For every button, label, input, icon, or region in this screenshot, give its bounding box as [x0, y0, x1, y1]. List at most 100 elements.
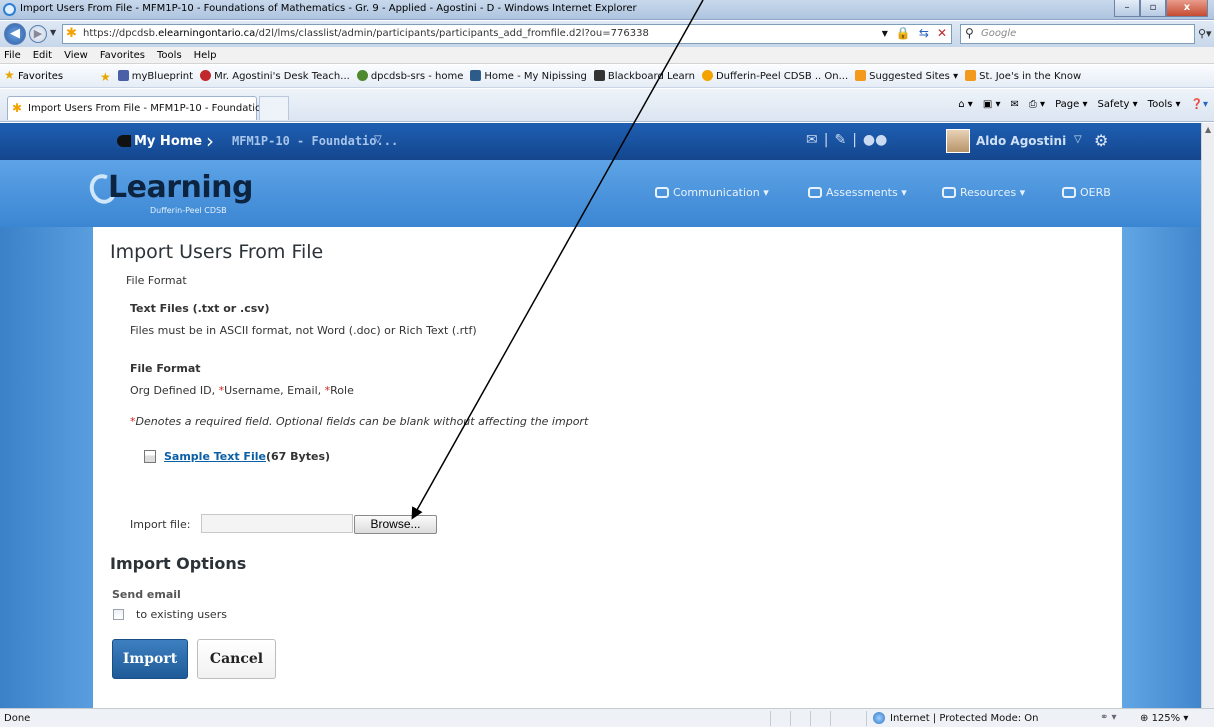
user-name[interactable]: Aldo Agostini [976, 134, 1066, 148]
address-input[interactable]: ✱ https://dpcdsb.elearningontario.ca/d2l… [62, 24, 952, 44]
ie-logo-icon [3, 3, 16, 16]
home-icon[interactable]: ⌂ ▾ [958, 99, 973, 110]
menu-favorites[interactable]: Favorites [100, 47, 145, 63]
text-file-icon [144, 450, 156, 463]
import-options-title: Import Options [110, 554, 247, 573]
import-file-input[interactable] [201, 514, 353, 533]
safety-menu[interactable]: Safety ▾ [1097, 99, 1137, 110]
search-icon: ⚲ [965, 26, 974, 40]
stop-icon[interactable]: ✕ [937, 26, 947, 42]
tools-menu[interactable]: Tools ▾ [1148, 99, 1181, 110]
message-alert-icon[interactable]: ✉ [806, 132, 818, 148]
feeds-icon[interactable]: ▣ ▾ [983, 99, 1001, 110]
site-favicon-icon: ✱ [66, 26, 77, 41]
sample-file-size: (67 Bytes) [266, 450, 331, 463]
course-dropdown-icon[interactable]: ▽ [374, 134, 382, 145]
address-dropdown-icon[interactable]: ▼ [882, 26, 888, 42]
back-button[interactable]: ◀ [4, 23, 26, 45]
page-scrollbar[interactable]: ▲ [1201, 123, 1214, 708]
site-header: Learning Dufferin-Peel CDSB Communicatio… [0, 160, 1201, 227]
page-menu[interactable]: Page ▾ [1055, 99, 1087, 110]
favorite-link[interactable]: Home - My Nipissing [470, 70, 587, 84]
close-window-button[interactable]: x [1166, 0, 1208, 17]
menu-file[interactable]: File [4, 47, 21, 63]
favorite-link[interactable]: myBlueprint [117, 70, 193, 84]
browse-button[interactable]: Browse... [354, 515, 437, 534]
nav-assessments[interactable]: Assessments ▾ [808, 186, 907, 199]
file-format-fields: Org Defined ID, *Username, Email, *Role [130, 384, 354, 397]
file-format-caption: File Format [126, 274, 187, 287]
favorite-link[interactable]: Blackboard Learn [593, 70, 695, 84]
d2l-minibar: My Home › MFM1P-10 - Foundatio... ▽ ✉ | … [0, 123, 1201, 160]
text-files-heading: Text Files (.txt or .csv) [130, 302, 270, 315]
nav-resources[interactable]: Resources ▾ [942, 186, 1025, 199]
status-text: Done [4, 713, 31, 724]
favorites-button[interactable]: ★ Favorites [4, 68, 63, 82]
new-tab-button[interactable] [259, 96, 289, 120]
tab-import-users[interactable]: ✱ Import Users From File - MFM1P-10 - Fo… [7, 96, 277, 120]
history-dropdown-icon[interactable]: ▼ [50, 28, 56, 37]
search-placeholder: Google [981, 28, 1017, 39]
import-button[interactable]: Import [112, 639, 188, 679]
refresh-icon[interactable]: ⇆ [919, 26, 929, 42]
suggested-sites-icon [855, 70, 867, 81]
nav-link-icon [1062, 187, 1076, 198]
address-tools: ▼ 🔒 ⇆ ✕ [882, 26, 947, 42]
nav-link-icon [942, 187, 956, 198]
add-favorite-icon[interactable]: ★ [100, 70, 111, 84]
print-icon[interactable]: ⎙ ▾ [1029, 99, 1045, 110]
subscription-alert-icon[interactable]: ●● [863, 132, 887, 148]
nav-communication[interactable]: Communication ▾ [655, 186, 769, 199]
existing-users-label[interactable]: to existing users [136, 608, 227, 621]
url-text[interactable]: https://dpcdsb.elearningontario.ca/d2l/l… [83, 28, 649, 39]
favorite-link[interactable]: St. Joe's in the Know [965, 70, 1081, 84]
import-file-label: Import file: [130, 518, 191, 531]
search-input[interactable]: ⚲ Google [960, 24, 1195, 44]
favorite-link[interactable]: Mr. Agostini's Desk Teach... [200, 70, 350, 84]
maximize-button[interactable]: ▫ [1140, 0, 1166, 17]
avatar[interactable] [946, 129, 970, 153]
favorite-link[interactable]: Suggested Sites ▾ [855, 70, 958, 84]
zoom-level[interactable]: ⊕ 125% ▾ [1140, 713, 1188, 724]
page-viewport: My Home › MFM1P-10 - Foundatio... ▽ ✉ | … [0, 123, 1214, 708]
gear-icon[interactable]: ⚙ [1094, 131, 1108, 150]
nipissing-icon [470, 70, 482, 81]
notification-icons: ✉ | ✎ | ●● [806, 132, 888, 148]
tab-row: ✱ Import Users From File - MFM1P-10 - Fo… [0, 89, 1214, 122]
file-format-heading: File Format [130, 362, 201, 375]
sample-text-file-link[interactable]: Sample Text File [164, 450, 266, 463]
favorite-link[interactable]: Dufferin-Peel CDSB .. On... [701, 70, 848, 84]
text-files-note: Files must be in ASCII format, not Word … [130, 324, 477, 337]
menu-view[interactable]: View [64, 47, 88, 63]
blueprint-icon [117, 70, 129, 81]
mail-icon[interactable]: ✉ [1010, 99, 1018, 110]
nav-oerb[interactable]: OERB [1062, 186, 1111, 199]
menu-bar: File Edit View Favorites Tools Help [0, 47, 1214, 64]
user-dropdown-icon[interactable]: ▽ [1074, 134, 1082, 145]
help-icon[interactable]: ❓▾ [1191, 99, 1208, 110]
menu-help[interactable]: Help [194, 47, 217, 63]
star-icon: ★ [4, 68, 15, 82]
tab-label: Import Users From File - MFM1P-10 - Foun… [28, 103, 278, 114]
existing-users-checkbox[interactable] [113, 609, 124, 620]
favorite-link[interactable]: dpcdsb-srs - home [356, 70, 463, 84]
learning-logo[interactable]: Learning [108, 170, 253, 205]
search-go-icon[interactable]: ⚲▾ [1198, 27, 1212, 40]
main-content: Import Users From File File Format Text … [93, 227, 1122, 708]
protected-mode-icon[interactable]: ⚭ ▾ [1100, 712, 1117, 723]
menu-edit[interactable]: Edit [33, 47, 52, 63]
blackboard-icon [593, 70, 605, 81]
chevron-right-icon: › [206, 129, 214, 153]
my-home-link[interactable]: My Home [134, 134, 202, 149]
security-zone[interactable]: Internet | Protected Mode: On [890, 713, 1038, 724]
stjoes-icon [965, 70, 977, 81]
scroll-up-icon[interactable]: ▲ [1205, 125, 1211, 134]
lock-icon[interactable]: 🔒 [896, 26, 911, 42]
window-controls: – ▫ x [1114, 0, 1208, 17]
menu-tools[interactable]: Tools [157, 47, 182, 63]
forward-button[interactable]: ▶ [29, 25, 47, 43]
minimize-button[interactable]: – [1114, 0, 1140, 17]
update-alert-icon[interactable]: ✎ [834, 132, 846, 148]
cancel-button[interactable]: Cancel [197, 639, 276, 679]
tab-favicon-icon: ✱ [12, 101, 23, 115]
